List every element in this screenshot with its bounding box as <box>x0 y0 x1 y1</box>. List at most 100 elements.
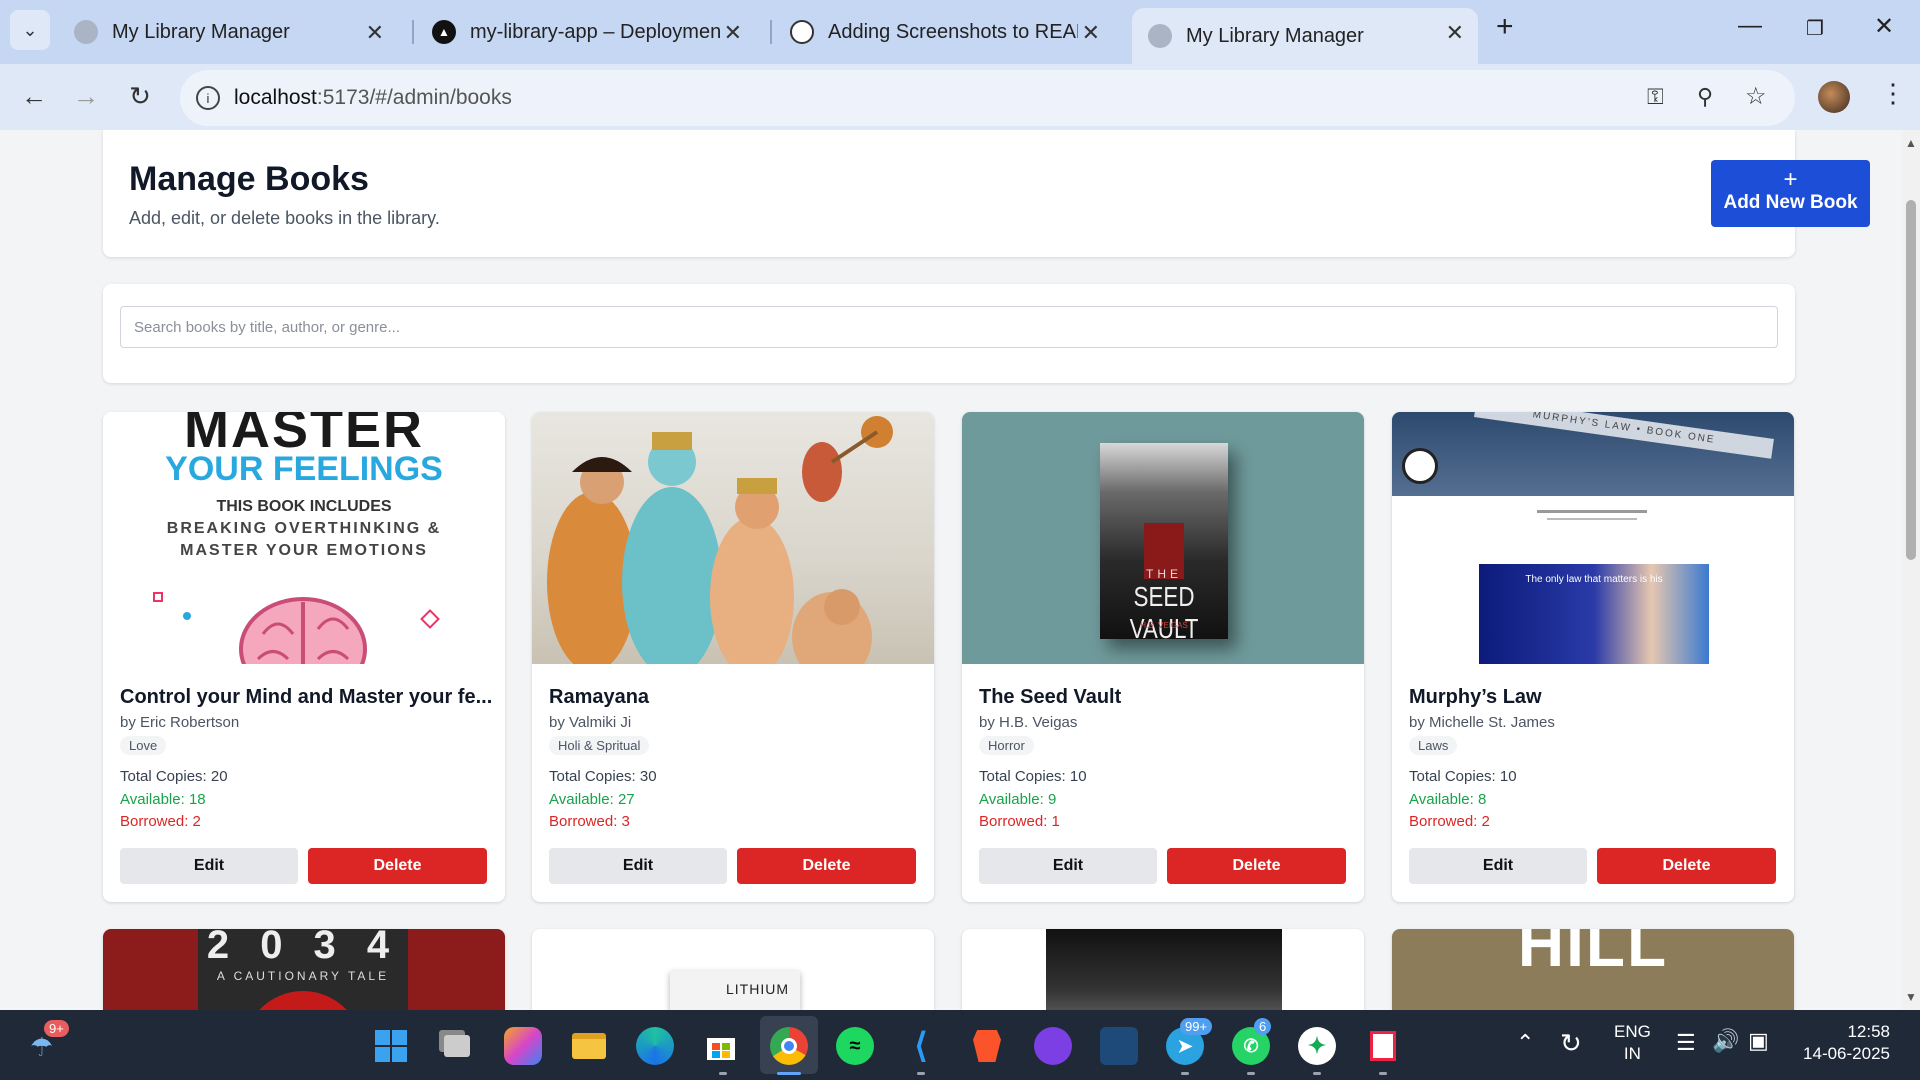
battery-icon[interactable]: ▣ <box>1748 1028 1769 1054</box>
tab-my-library-manager-1[interactable]: My Library Manager ✕ <box>58 8 398 56</box>
clock-date: 14-06-2025 <box>1803 1044 1890 1063</box>
running-indicator <box>1181 1072 1189 1075</box>
arrow-left-icon: ← <box>21 80 47 111</box>
address-bar[interactable]: i localhost:5173/#/admin/books ⚿ ⚲ ☆ <box>180 70 1795 126</box>
region-code: IN <box>1623 1044 1641 1063</box>
windows-logo-icon <box>375 1030 407 1062</box>
search-input[interactable] <box>120 306 1778 348</box>
start-button[interactable] <box>372 1027 410 1065</box>
show-hidden-icons-chevron-icon[interactable]: ⌃ <box>1516 1030 1534 1056</box>
book-card: MURPHY'S LAW • BOOK ONE The only law tha… <box>1392 412 1794 902</box>
running-indicator <box>917 1072 925 1075</box>
edit-button[interactable]: Edit <box>979 848 1157 884</box>
page-scrollbar[interactable]: ▲ ▼ <box>1902 130 1920 1010</box>
mysql-workbench-icon[interactable] <box>1100 1027 1138 1065</box>
delete-button[interactable]: Delete <box>737 848 916 884</box>
cover-text: A CAUTIONARY TALE <box>216 969 390 983</box>
delete-button[interactable]: Delete <box>308 848 487 884</box>
menu-kebab-icon[interactable]: ⋮ <box>1880 78 1906 109</box>
tab-search-button[interactable]: ⌄ <box>10 10 50 50</box>
volume-icon[interactable]: 🔊 <box>1712 1028 1739 1054</box>
arrow-right-icon: → <box>73 80 99 111</box>
cover-text: THIS BOOK INCLUDES <box>216 498 392 515</box>
reload-icon: ↻ <box>129 80 151 111</box>
wifi-icon[interactable]: ☰ <box>1676 1030 1696 1056</box>
task-view-icon[interactable] <box>438 1027 476 1065</box>
window-close-button[interactable]: ✕ <box>1874 12 1894 41</box>
page-header-panel: Manage Books Add, edit, or delete books … <box>103 130 1870 257</box>
book-card <box>962 929 1364 1010</box>
copilot-icon[interactable] <box>504 1027 542 1065</box>
available-copies: Available: 9 <box>979 791 1057 808</box>
lang-code: ENG <box>1614 1022 1651 1041</box>
browser-tab-strip: ⌄ My Library Manager ✕ ▲ my-library-app … <box>0 0 1920 64</box>
notification-badge: 9+ <box>44 1020 69 1037</box>
close-icon[interactable]: ✕ <box>1082 20 1100 46</box>
snipping-tool-icon[interactable] <box>1364 1027 1402 1065</box>
cover-text: H.B. VEIGAS <box>1140 621 1188 630</box>
tab-separator <box>412 20 414 44</box>
book-card: Ramayana by Valmiki Ji Holi & Spritual T… <box>532 412 934 902</box>
add-new-book-button[interactable]: + Add New Book <box>1711 160 1870 227</box>
close-icon[interactable]: ✕ <box>724 20 742 46</box>
spotify-icon[interactable]: ≈ <box>836 1027 874 1065</box>
scroll-up-arrow[interactable]: ▲ <box>1905 136 1917 150</box>
back-button[interactable]: ← <box>16 78 52 114</box>
chrome-icon[interactable] <box>770 1027 808 1065</box>
language-indicator[interactable]: ENG IN <box>1614 1022 1651 1064</box>
telegram-badge: 99+ <box>1180 1018 1213 1035</box>
cover-text: SEED VAULT <box>1129 581 1199 644</box>
page-content: Manage Books Add, edit, or delete books … <box>0 130 1902 1010</box>
book-cover-image: THE SEED VAULT H.B. VEIGAS <box>962 412 1364 664</box>
close-icon[interactable]: ✕ <box>1446 20 1464 46</box>
scroll-down-arrow[interactable]: ▼ <box>1905 990 1917 1004</box>
running-indicator <box>1247 1072 1255 1075</box>
delete-button[interactable]: Delete <box>1167 848 1346 884</box>
restore-button[interactable]: ❐ <box>1806 16 1824 41</box>
zoom-icon[interactable]: ⚲ <box>1697 84 1713 110</box>
microsoft-store-icon[interactable] <box>702 1027 740 1065</box>
edit-button[interactable]: Edit <box>1409 848 1587 884</box>
reload-button[interactable]: ↻ <box>122 78 158 114</box>
running-indicator <box>1313 1072 1321 1075</box>
scrollbar-thumb[interactable] <box>1906 200 1916 560</box>
tab-title: My Library Manager <box>112 20 290 43</box>
edit-button[interactable]: Edit <box>120 848 298 884</box>
delete-button[interactable]: Delete <box>1597 848 1776 884</box>
borrowed-copies: Borrowed: 2 <box>1409 813 1490 830</box>
key-icon[interactable]: ⚿ <box>1647 84 1664 110</box>
sync-icon[interactable]: ↻ <box>1560 1028 1582 1059</box>
file-explorer-icon[interactable] <box>570 1027 608 1065</box>
site-info-icon[interactable]: i <box>196 86 220 110</box>
book-cover-image <box>532 412 934 664</box>
brave-icon[interactable] <box>968 1027 1006 1065</box>
tab-adding-screenshots[interactable]: Adding Screenshots to README ✕ <box>774 8 1114 56</box>
tab-title: my-library-app – Deployment O <box>470 20 720 43</box>
edge-icon[interactable] <box>636 1027 674 1065</box>
seed-vault-book: THE SEED VAULT H.B. VEIGAS <box>1100 443 1228 644</box>
new-tab-button[interactable]: + <box>1496 10 1514 44</box>
mongodb-compass-icon[interactable]: ✦ <box>1298 1027 1336 1065</box>
clock[interactable]: 12:58 14-06-2025 <box>1796 1022 1890 1064</box>
minimize-button[interactable]: — <box>1738 12 1762 40</box>
profile-avatar[interactable] <box>1818 81 1850 113</box>
cover-text: The only law that matters is his <box>1525 574 1663 585</box>
forward-button[interactable]: → <box>68 78 104 114</box>
bookmark-star-icon[interactable]: ☆ <box>1745 82 1767 111</box>
genre-badge: Laws <box>1409 736 1458 755</box>
globe-icon <box>74 20 98 44</box>
tor-browser-icon[interactable] <box>1034 1027 1072 1065</box>
edit-button[interactable]: Edit <box>549 848 727 884</box>
tab-deployment[interactable]: ▲ my-library-app – Deployment O ✕ <box>416 8 756 56</box>
tab-title: My Library Manager <box>1186 24 1364 47</box>
cover-text: MASTER YOUR EMOTIONS <box>180 542 428 559</box>
plus-icon: + <box>1783 166 1798 193</box>
book-card: HILL <box>1392 929 1794 1010</box>
vscode-icon[interactable]: ⟨ <box>902 1027 940 1065</box>
windows-taskbar: ☂ 9+ ≈ ⟨ ➤ 99+ ✆ 6 ✦ ⌃ ↻ ENG IN ☰ 🔊 ▣ 12… <box>0 1010 1920 1080</box>
close-icon[interactable]: ✕ <box>366 20 384 46</box>
tab-my-library-manager-active[interactable]: My Library Manager ✕ <box>1132 8 1478 64</box>
book-card: 2 0 3 4 A CAUTIONARY TALE <box>103 929 505 1010</box>
book-card: THE SEED VAULT H.B. VEIGAS The Seed Vaul… <box>962 412 1364 902</box>
add-new-book-label: Add New Book <box>1723 192 1858 213</box>
